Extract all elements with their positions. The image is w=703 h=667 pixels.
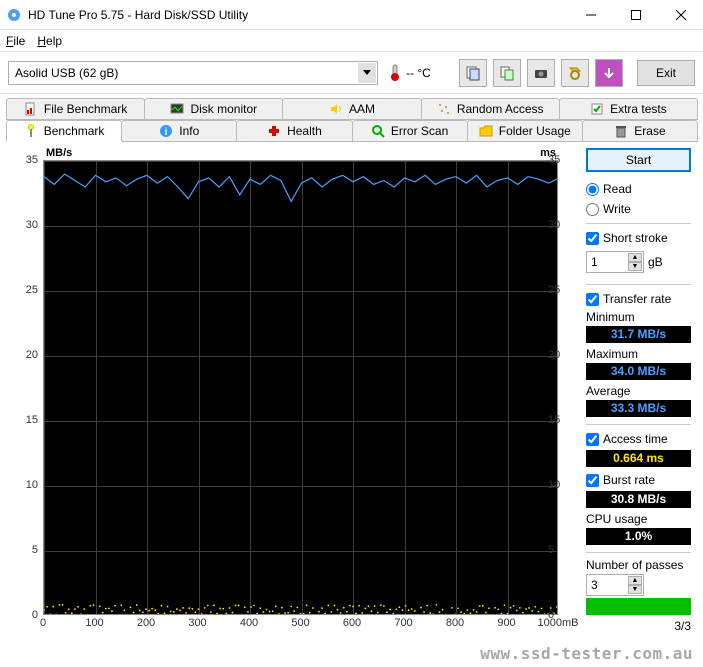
drive-select[interactable]: Asolid USB (62 gB) bbox=[8, 61, 378, 85]
svg-text:i: i bbox=[165, 127, 168, 138]
tab-disk-monitor[interactable]: Disk monitor bbox=[144, 98, 283, 120]
copy-screenshot-button[interactable] bbox=[493, 59, 521, 87]
error-scan-icon bbox=[371, 124, 385, 138]
passes-count: 3/3 bbox=[586, 619, 691, 633]
short-stroke-checkbox[interactable]: Short stroke bbox=[586, 229, 691, 247]
maximum-label: Maximum bbox=[586, 347, 691, 361]
tab-info[interactable]: iInfo bbox=[121, 120, 237, 142]
short-stroke-unit: gB bbox=[648, 255, 663, 269]
temperature-value: -- °C bbox=[406, 66, 431, 80]
close-button[interactable] bbox=[658, 0, 703, 30]
tab-extra-tests[interactable]: Extra tests bbox=[559, 98, 698, 120]
burst-rate-value: 30.8 MB/s bbox=[586, 491, 691, 508]
options-button[interactable] bbox=[561, 59, 589, 87]
health-icon bbox=[267, 124, 281, 138]
tab-file-benchmark[interactable]: File Benchmark bbox=[6, 98, 145, 120]
read-radio[interactable]: Read bbox=[586, 180, 691, 198]
tab-aam[interactable]: AAM bbox=[282, 98, 421, 120]
burst-rate-checkbox[interactable]: Burst rate bbox=[586, 471, 691, 489]
thermometer-icon bbox=[388, 64, 402, 82]
spin-down-icon[interactable]: ▼ bbox=[628, 262, 642, 271]
tab-folder-usage[interactable]: Folder Usage bbox=[467, 120, 583, 142]
chevron-down-icon bbox=[363, 70, 371, 75]
passes-label: Number of passes bbox=[586, 558, 691, 572]
passes-input[interactable]: 3▲▼ bbox=[586, 574, 644, 596]
tab-health[interactable]: Health bbox=[236, 120, 352, 142]
random-access-icon bbox=[437, 102, 451, 116]
tab-error-scan[interactable]: Error Scan bbox=[352, 120, 468, 142]
info-icon: i bbox=[159, 124, 173, 138]
disk-monitor-icon bbox=[170, 102, 184, 116]
erase-icon bbox=[614, 124, 628, 138]
drive-select-value: Asolid USB (62 gB) bbox=[15, 66, 118, 80]
write-radio[interactable]: Write bbox=[586, 200, 691, 218]
minimum-value: 31.7 MB/s bbox=[586, 326, 691, 343]
screenshot-button[interactable] bbox=[527, 59, 555, 87]
minimum-label: Minimum bbox=[586, 310, 691, 324]
maximize-button[interactable] bbox=[613, 0, 658, 30]
exit-button[interactable]: Exit bbox=[637, 60, 695, 86]
extra-tests-icon bbox=[590, 102, 604, 116]
spin-up-icon[interactable]: ▲ bbox=[628, 576, 642, 585]
window-title: HD Tune Pro 5.75 - Hard Disk/SSD Utility bbox=[28, 8, 568, 22]
maximum-value: 34.0 MB/s bbox=[586, 363, 691, 380]
access-time-value: 0.664 ms bbox=[586, 450, 691, 467]
menu-help[interactable]: Help bbox=[37, 34, 62, 48]
file-benchmark-icon bbox=[24, 102, 38, 116]
passes-progress bbox=[586, 598, 691, 615]
spin-down-icon[interactable]: ▼ bbox=[628, 585, 642, 594]
y-axis-left-label: MB/s bbox=[46, 147, 72, 159]
average-value: 33.3 MB/s bbox=[586, 400, 691, 417]
short-stroke-input[interactable]: 1▲▼ bbox=[586, 251, 644, 273]
menu-file[interactable]: File bbox=[6, 34, 25, 48]
start-button[interactable]: Start bbox=[586, 148, 691, 172]
minimize-button[interactable] bbox=[568, 0, 613, 30]
transfer-rate-checkbox[interactable]: Transfer rate bbox=[586, 290, 691, 308]
spin-up-icon[interactable]: ▲ bbox=[628, 253, 642, 262]
app-icon bbox=[6, 7, 22, 23]
save-button[interactable] bbox=[595, 59, 623, 87]
folder-icon bbox=[479, 124, 493, 138]
cpu-usage-label: CPU usage bbox=[586, 512, 691, 526]
average-label: Average bbox=[586, 384, 691, 398]
aam-icon bbox=[329, 102, 343, 116]
benchmark-icon bbox=[24, 124, 38, 138]
access-time-checkbox[interactable]: Access time bbox=[586, 430, 691, 448]
tab-random-access[interactable]: Random Access bbox=[421, 98, 560, 120]
copy-info-button[interactable] bbox=[459, 59, 487, 87]
benchmark-chart: MB/s ms 0055101015152020252530303535 010… bbox=[8, 148, 578, 648]
tab-erase[interactable]: Erase bbox=[582, 120, 698, 142]
tab-benchmark[interactable]: Benchmark bbox=[6, 120, 122, 142]
temperature-readout: -- °C bbox=[388, 64, 431, 82]
cpu-usage-value: 1.0% bbox=[586, 528, 691, 545]
